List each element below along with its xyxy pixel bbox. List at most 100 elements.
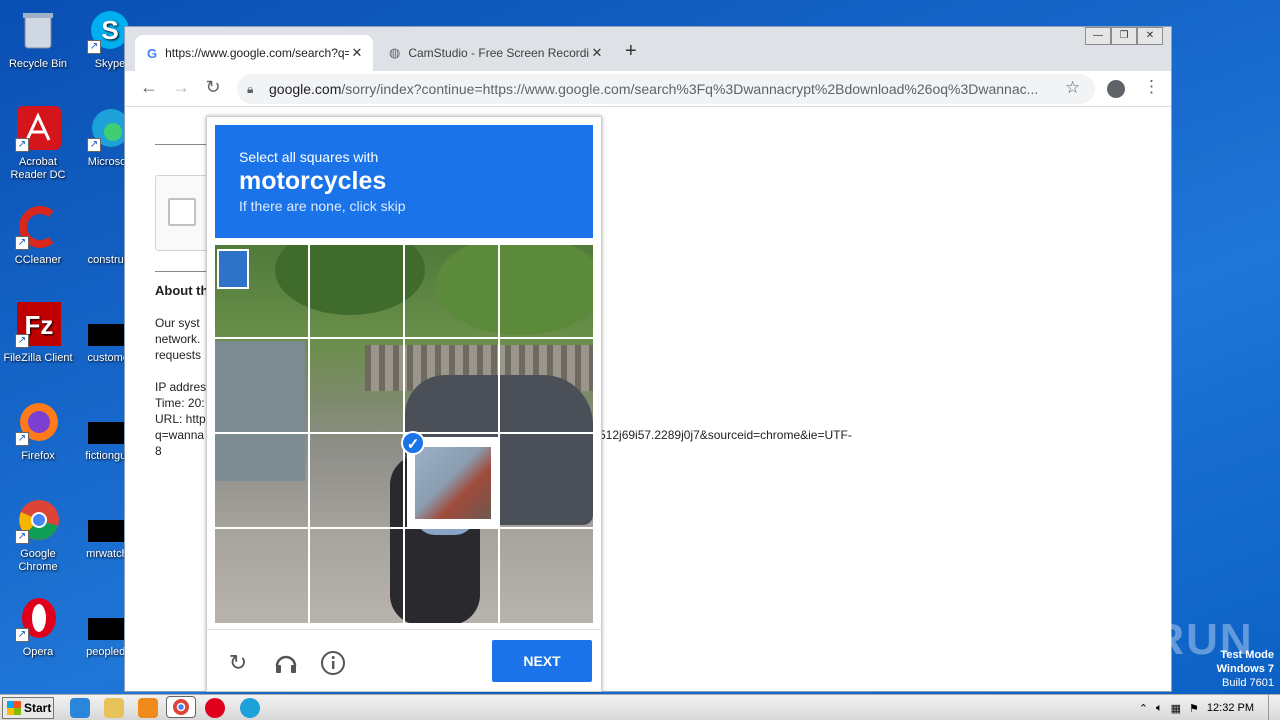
image-grid: ✓ bbox=[215, 245, 593, 623]
taskbar: Start ⌃ 🔈︎ ▦ ⚑ 12:32 PM bbox=[0, 694, 1280, 720]
flag-icon[interactable]: ⚑ bbox=[1189, 702, 1199, 715]
desktop-icon-label: Opera bbox=[22, 646, 54, 658]
close-tab-icon[interactable]: ✕ bbox=[349, 45, 365, 61]
challenge-instruction: Select all squares with bbox=[239, 149, 379, 165]
redaction-box bbox=[88, 422, 124, 444]
grid-cell[interactable] bbox=[405, 245, 498, 337]
network-icon[interactable]: ▦ bbox=[1171, 702, 1181, 715]
close-window-button[interactable]: ✕ bbox=[1137, 27, 1163, 45]
challenge-header: Select all squares with motorcycles If t… bbox=[215, 125, 593, 238]
minimize-button[interactable]: — bbox=[1085, 27, 1111, 45]
filezilla-icon: Fz ↗ bbox=[15, 302, 61, 348]
browser-toolbar: ← → ↻ 🔒︎ google.com/sorry/index?continue… bbox=[125, 71, 1171, 107]
shortcut-arrow-icon: ↗ bbox=[15, 530, 29, 544]
os-label: Windows 7 bbox=[1216, 663, 1274, 675]
shortcut-arrow-icon: ↗ bbox=[15, 236, 29, 250]
grid-cell[interactable] bbox=[500, 245, 593, 337]
svg-text:S: S bbox=[101, 15, 118, 45]
para-line: Our syst bbox=[155, 316, 200, 330]
para-line: network. bbox=[155, 332, 201, 346]
explorer-icon[interactable] bbox=[104, 698, 124, 718]
redaction-box bbox=[88, 520, 124, 542]
scene-shed bbox=[215, 341, 305, 481]
grid-line bbox=[215, 337, 593, 339]
reload-icon[interactable]: ↻ bbox=[225, 650, 251, 676]
info-line: URL: http bbox=[155, 412, 206, 426]
challenge-hint: If there are none, click skip bbox=[239, 198, 406, 214]
opera-icon: ↗ bbox=[15, 596, 61, 642]
para-line: requests bbox=[155, 348, 202, 362]
windows-logo-icon bbox=[7, 701, 21, 715]
tab-strip: G https://www.google.com/search?q= ✕ ◍ C… bbox=[125, 27, 1171, 71]
google-icon: G bbox=[147, 45, 158, 61]
build-label: Build 7601 bbox=[1222, 677, 1274, 689]
recycle-bin-icon bbox=[15, 8, 61, 54]
desktop-icon-filezilla[interactable]: Fz ↗ FileZilla Client bbox=[0, 302, 76, 365]
new-tab-button[interactable]: + bbox=[625, 40, 637, 63]
info-line: IP addres bbox=[155, 380, 207, 394]
recaptcha-checkbox[interactable] bbox=[168, 198, 196, 226]
grid-cell-image bbox=[415, 447, 491, 519]
desktop-icon-label: CCleaner bbox=[14, 254, 62, 266]
desktop-icon-ccleaner[interactable]: ↗ CCleaner bbox=[0, 204, 76, 267]
window-controls: — ❐ ✕ bbox=[1085, 27, 1163, 45]
shortcut-arrow-icon: ↗ bbox=[87, 138, 101, 152]
ccleaner-icon: ↗ bbox=[15, 204, 61, 250]
desktop-icon-recycle-bin[interactable]: Recycle Bin bbox=[0, 8, 76, 71]
info-line: Time: 20: bbox=[155, 396, 205, 410]
menu-kebab-icon[interactable]: ⋮ bbox=[1143, 77, 1160, 97]
chrome-taskbar-button[interactable] bbox=[166, 696, 196, 718]
tab-google-search[interactable]: G https://www.google.com/search?q= ✕ bbox=[135, 35, 373, 71]
forward-button[interactable]: → bbox=[169, 77, 193, 98]
desktop-icon-label: Firefox bbox=[21, 450, 55, 462]
show-desktop-button[interactable] bbox=[1268, 695, 1280, 720]
url-host: google.com bbox=[269, 81, 342, 97]
info-line: 8 bbox=[155, 444, 162, 458]
edge-icon[interactable] bbox=[240, 698, 260, 718]
tab-title: https://www.google.com/search?q= bbox=[165, 46, 349, 60]
shortcut-arrow-icon: ↗ bbox=[15, 334, 29, 348]
tab-title: CamStudio - Free Screen Recording bbox=[408, 46, 589, 60]
challenge-target: motorcycles bbox=[239, 167, 387, 195]
shortcut-arrow-icon: ↗ bbox=[87, 40, 101, 54]
clock[interactable]: 12:32 PM bbox=[1207, 702, 1254, 714]
profile-avatar-icon[interactable] bbox=[1107, 80, 1125, 98]
opera-icon[interactable] bbox=[205, 698, 225, 718]
tray-expand-icon[interactable]: ⌃ bbox=[1139, 702, 1148, 715]
grid-cell[interactable] bbox=[310, 245, 403, 337]
desktop-icon-label: FileZilla Client bbox=[3, 352, 73, 364]
checkmark-icon: ✓ bbox=[401, 431, 425, 455]
desktop-icon-firefox[interactable]: ↗ Firefox bbox=[0, 400, 76, 463]
desktop-icon-chrome[interactable]: ↗ Google Chrome bbox=[0, 498, 76, 574]
url-path: /sorry/index?continue=https://www.google… bbox=[341, 81, 1039, 97]
system-tray: ⌃ 🔈︎ ▦ ⚑ 12:32 PM bbox=[1139, 695, 1280, 720]
audio-icon[interactable] bbox=[273, 650, 299, 676]
next-button[interactable]: NEXT bbox=[492, 640, 592, 682]
desktop-icon-acrobat[interactable]: ↗ Acrobat Reader DC bbox=[0, 106, 76, 182]
address-bar[interactable]: 🔒︎ google.com/sorry/index?continue=https… bbox=[237, 74, 1095, 104]
info-icon[interactable] bbox=[320, 650, 346, 676]
volume-icon[interactable]: 🔈︎ bbox=[1156, 702, 1163, 715]
ie-icon[interactable] bbox=[70, 698, 90, 718]
info-line: q=wanna bbox=[155, 428, 205, 442]
acrobat-icon: ↗ bbox=[15, 106, 61, 152]
url-tail-text: 512j69i57.2289j0j7&sourceid=chrome&ie=UT… bbox=[599, 428, 852, 442]
start-button[interactable]: Start bbox=[2, 697, 54, 719]
challenge-footer: ↻ NEXT bbox=[207, 629, 601, 691]
desktop-icon-opera[interactable]: ↗ Opera bbox=[0, 596, 76, 659]
media-player-icon[interactable] bbox=[138, 698, 158, 718]
reload-button[interactable]: ↻ bbox=[201, 77, 225, 98]
grid-cell[interactable] bbox=[215, 245, 308, 337]
grid-line bbox=[215, 527, 593, 529]
close-tab-icon[interactable]: ✕ bbox=[589, 45, 605, 61]
shortcut-arrow-icon: ↗ bbox=[15, 138, 29, 152]
back-button[interactable]: ← bbox=[137, 77, 161, 98]
restore-button[interactable]: ❐ bbox=[1111, 27, 1137, 45]
bookmark-star-icon[interactable]: ☆ bbox=[1065, 78, 1080, 98]
test-mode-label: Test Mode bbox=[1220, 649, 1274, 661]
redaction-box bbox=[88, 324, 124, 346]
desktop-icon-label: Acrobat Reader DC bbox=[10, 156, 66, 181]
tab-camstudio[interactable]: ◍ CamStudio - Free Screen Recording ✕ bbox=[377, 35, 613, 71]
chrome-icon: ↗ bbox=[15, 498, 61, 544]
start-label: Start bbox=[24, 701, 52, 715]
